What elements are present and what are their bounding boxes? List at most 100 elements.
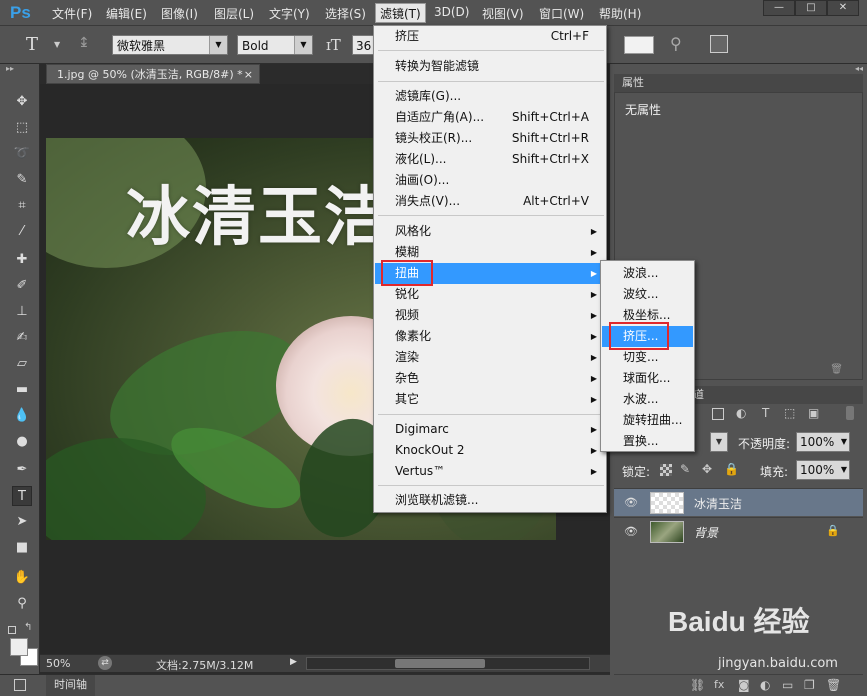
visibility-eye-icon[interactable]: 👁 <box>624 496 638 509</box>
gradient-tool-icon[interactable]: ▬ <box>12 380 32 400</box>
font-size-field[interactable]: 36 <box>352 35 374 55</box>
opacity-field[interactable]: 100% ▼ <box>796 432 850 452</box>
lock-all-icon[interactable]: 🔒 <box>724 462 739 476</box>
fill-field[interactable]: 100% ▼ <box>796 460 850 480</box>
type-tool-icon[interactable]: T <box>12 486 32 506</box>
collapse-icon[interactable]: ◂◂ <box>614 64 863 74</box>
crop-tool-icon[interactable]: ⌗ <box>12 196 32 216</box>
menu-view[interactable]: 视图(V) <box>482 5 524 22</box>
stamp-tool-icon[interactable]: ⊥ <box>12 302 32 322</box>
text-orientation-icon[interactable]: ↨ <box>78 35 98 55</box>
brush-tool-icon[interactable]: ✐ <box>12 276 32 296</box>
new-group-icon[interactable]: ▭ <box>782 678 793 692</box>
menu-item-sharpen[interactable]: 锐化 ▶ <box>375 284 605 305</box>
submenu-item-shear[interactable]: 切变... <box>602 347 693 368</box>
delete-layer-icon[interactable]: 🗑 <box>826 678 841 692</box>
menu-item-lens-correction[interactable]: 镜头校正(R)... Shift+Ctrl+R <box>375 128 605 149</box>
menu-item-noise[interactable]: 杂色 ▶ <box>375 368 605 389</box>
font-family-select[interactable]: 微软雅黑 ▼ <box>112 35 228 55</box>
menu-select[interactable]: 选择(S) <box>325 5 366 22</box>
link-layers-icon[interactable]: ⛓ <box>690 678 705 692</box>
healing-brush-tool-icon[interactable]: ✚ <box>12 250 32 270</box>
dodge-tool-icon[interactable]: ● <box>12 432 32 452</box>
minimize-button[interactable]: — <box>763 0 795 16</box>
history-brush-tool-icon[interactable]: ✍ <box>12 328 32 348</box>
warp-text-icon[interactable]: ⚲ <box>670 34 682 53</box>
character-panel-icon[interactable] <box>710 35 728 53</box>
layer-name[interactable]: 冰清玉洁 <box>694 495 742 512</box>
menu-item-pixelate[interactable]: 像素化 ▶ <box>375 326 605 347</box>
menu-item-adaptive-wide-angle[interactable]: 自适应广角(A)... Shift+Ctrl+A <box>375 107 605 128</box>
menu-3d[interactable]: 3D(D) <box>434 5 469 19</box>
pixel-filter-icon[interactable] <box>712 408 724 420</box>
close-tab-icon[interactable]: × <box>244 65 253 85</box>
menu-window[interactable]: 窗口(W) <box>539 5 584 22</box>
visibility-eye-icon[interactable]: 👁 <box>624 525 638 538</box>
marquee-tool-icon[interactable]: ⬚ <box>12 118 32 138</box>
text-color-swatch[interactable] <box>624 36 654 54</box>
layer-row[interactable]: 👁 背景 🔒 <box>614 517 863 545</box>
status-menu-arrow-icon[interactable]: ▶ <box>290 657 297 667</box>
blur-tool-icon[interactable]: 💧 <box>12 406 32 426</box>
blend-mode-select[interactable]: ▼ <box>710 432 728 452</box>
menu-item-browse-online-filters[interactable]: 浏览联机滤镜... <box>375 490 605 511</box>
menu-item-liquify[interactable]: 液化(L)... Shift+Ctrl+X <box>375 149 605 170</box>
submenu-item-spherize[interactable]: 球面化... <box>602 368 693 389</box>
menu-type[interactable]: 文字(Y) <box>269 5 310 22</box>
submenu-item-wave[interactable]: 波浪... <box>602 263 693 284</box>
new-layer-icon[interactable]: ❐ <box>804 678 815 692</box>
menu-help[interactable]: 帮助(H) <box>599 5 641 22</box>
layer-row[interactable]: 👁 冰清玉洁 <box>614 488 863 516</box>
adjustment-filter-icon[interactable]: ◐ <box>736 406 746 420</box>
layer-name[interactable]: 背景 <box>694 524 718 541</box>
menu-filter[interactable]: 滤镜(T) <box>375 3 426 23</box>
submenu-item-ripple[interactable]: 波纹... <box>602 284 693 305</box>
maximize-button[interactable]: □ <box>795 0 827 16</box>
submenu-item-zigzag[interactable]: 水波... <box>602 389 693 410</box>
smart-object-filter-icon[interactable]: ▣ <box>808 406 819 420</box>
lock-pixels-icon[interactable]: ✎ <box>680 462 690 476</box>
swap-colors-icon[interactable]: ↰ <box>24 622 32 633</box>
menu-item-vertus[interactable]: Vertus™ ▶ <box>375 461 605 482</box>
quick-select-tool-icon[interactable]: ✎ <box>12 170 32 190</box>
filter-toggle[interactable] <box>846 406 854 420</box>
menu-item-video[interactable]: 视频 ▶ <box>375 305 605 326</box>
pen-tool-icon[interactable]: ✒ <box>12 460 32 480</box>
path-select-tool-icon[interactable]: ➤ <box>12 512 32 532</box>
menu-file[interactable]: 文件(F) <box>52 5 92 22</box>
foreground-color-swatch[interactable] <box>10 638 28 656</box>
eyedropper-tool-icon[interactable]: ⁄ <box>12 222 32 242</box>
submenu-item-twirl[interactable]: 旋转扭曲... <box>602 410 693 431</box>
zoom-tool-icon[interactable]: ⚲ <box>12 594 32 614</box>
fx-icon[interactable]: fx <box>714 678 724 691</box>
menu-item-digimarc[interactable]: Digimarc ▶ <box>375 419 605 440</box>
menu-item-other[interactable]: 其它 ▶ <box>375 389 605 410</box>
default-colors-icon[interactable] <box>8 626 16 634</box>
menu-item-filter-gallery[interactable]: 滤镜库(G)... <box>375 86 605 107</box>
submenu-item-displace[interactable]: 置换... <box>602 431 693 452</box>
type-tool-icon[interactable]: T <box>26 34 38 55</box>
menu-item-render[interactable]: 渲染 ▶ <box>375 347 605 368</box>
lock-position-icon[interactable]: ✥ <box>702 462 712 476</box>
menu-item-last-filter[interactable]: 挤压 Ctrl+F <box>375 26 605 47</box>
menu-edit[interactable]: 编辑(E) <box>106 5 147 22</box>
font-style-select[interactable]: Bold ▼ <box>237 35 313 55</box>
type-filter-icon[interactable]: T <box>762 406 769 420</box>
shape-filter-icon[interactable]: ⬚ <box>784 406 795 420</box>
menu-item-vanishing-point[interactable]: 消失点(V)... Alt+Ctrl+V <box>375 191 605 212</box>
menu-item-convert-smart-filters[interactable]: 转换为智能滤镜 <box>375 56 605 77</box>
menu-layer[interactable]: 图层(L) <box>214 5 254 22</box>
scrollbar-thumb[interactable] <box>395 659 485 668</box>
zoom-level[interactable]: 50% <box>46 657 70 670</box>
close-button[interactable]: ✕ <box>827 0 859 16</box>
add-mask-icon[interactable]: ◙ <box>738 678 750 692</box>
lasso-tool-icon[interactable]: ➰ <box>12 144 32 164</box>
new-adjustment-icon[interactable]: ◐ <box>760 678 770 692</box>
timeline-tab[interactable]: 时间轴 <box>46 675 95 696</box>
menu-item-stylize[interactable]: 风格化 ▶ <box>375 221 605 242</box>
shape-tool-icon[interactable]: ■ <box>12 538 32 558</box>
document-tab[interactable]: 1.jpg @ 50% (冰清玉洁, RGB/8#) * × <box>46 64 260 84</box>
lock-transparency-icon[interactable] <box>660 464 672 476</box>
collapse-icon[interactable]: ▸▸ <box>6 64 14 73</box>
chevron-down-icon[interactable]: ▼ <box>54 40 60 49</box>
